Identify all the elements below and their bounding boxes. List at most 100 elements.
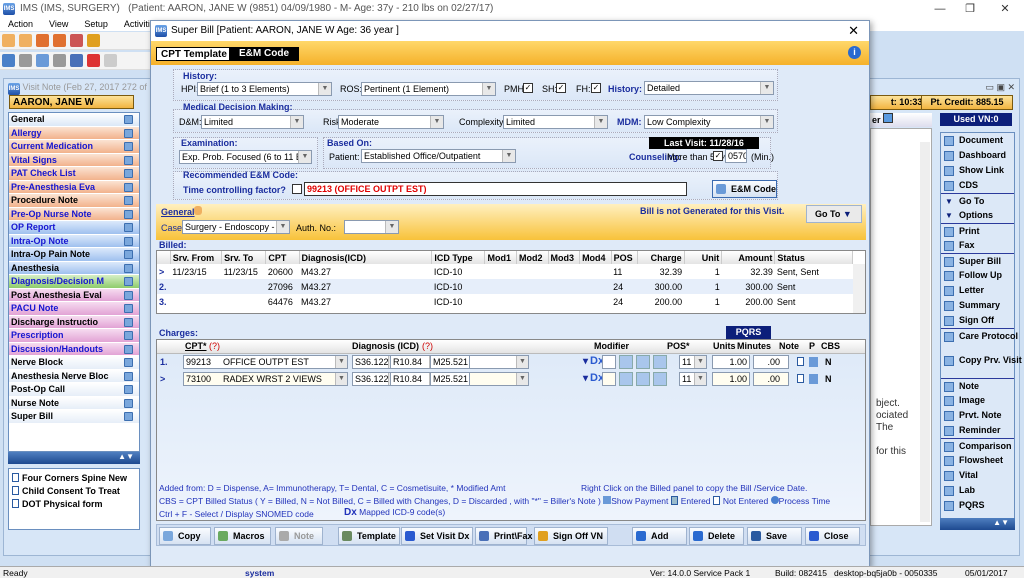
minutes-stepper[interactable]: .00	[753, 355, 789, 369]
billed-column-header[interactable]: Srv. To	[221, 251, 267, 264]
close-button[interactable]: Close	[805, 527, 860, 545]
modifier-input[interactable]	[636, 372, 650, 386]
hpi-select[interactable]: Brief (1 to 3 Elements) ▼	[197, 82, 332, 96]
form-item[interactable]: Child Consent To Treat	[12, 485, 136, 498]
sidebar-item[interactable]: Pre-Op Nurse Note	[9, 207, 139, 221]
cpt-select[interactable]: 73100 RADEX WRST 2 VIEWS ▼	[183, 372, 348, 386]
heart-icon[interactable]	[87, 54, 100, 67]
sh-checkbox[interactable]: ✓	[556, 83, 566, 93]
section-edit-icon[interactable]	[124, 412, 133, 421]
modifier-input[interactable]	[653, 355, 667, 369]
complexity-select[interactable]: Limited ▼	[503, 115, 608, 129]
diagnosis-select[interactable]: ▼	[469, 355, 529, 369]
action-item[interactable]: Dashboard	[941, 148, 1014, 163]
diagnosis-select[interactable]: ▼	[469, 372, 529, 386]
charge-row[interactable]: 1.99213OFFICE OUTPT EST▼S36.122S▼R10.84▼…	[157, 354, 865, 371]
action-item[interactable]: Super Bill	[941, 253, 1014, 268]
payment-icon[interactable]	[809, 374, 818, 384]
pqrs-badge[interactable]: PQRS	[726, 326, 771, 339]
billed-column-header[interactable]: Mod4	[579, 251, 612, 264]
folder-icon[interactable]	[36, 34, 49, 47]
billed-vertical-scrollbar[interactable]	[853, 264, 865, 313]
section-edit-icon[interactable]	[124, 223, 133, 232]
diagnosis-help[interactable]: (?)	[422, 341, 433, 351]
section-edit-icon[interactable]	[124, 358, 133, 367]
note-document-icon[interactable]	[797, 357, 804, 366]
section-edit-icon[interactable]	[124, 142, 133, 151]
fh-checkbox[interactable]: ✓	[591, 83, 601, 93]
child-window-controls[interactable]: ▭ ▣ ✕	[940, 82, 1015, 94]
cpt-help[interactable]: (?)	[209, 341, 220, 351]
sidebar-scroll-arrows[interactable]: ▲▼	[8, 452, 140, 464]
section-edit-icon[interactable]	[124, 304, 133, 313]
sidebar-item[interactable]: PAT Check List	[9, 167, 139, 181]
section-edit-icon[interactable]	[124, 290, 133, 300]
section-edit-icon[interactable]	[124, 263, 133, 273]
menu-view[interactable]: View	[49, 19, 68, 29]
sidebar-item[interactable]: Pre-Anesthesia Eva	[9, 180, 139, 194]
info-icon[interactable]: i	[848, 46, 861, 59]
panel-checkbox[interactable]	[883, 113, 894, 123]
action-item[interactable]: CDS	[941, 178, 1014, 193]
action-item[interactable]: Comparison	[941, 438, 1014, 453]
minutes-stepper[interactable]: .00	[753, 372, 789, 386]
billed-column-header[interactable]: Status	[774, 251, 853, 264]
modifier-input[interactable]	[602, 372, 616, 386]
section-edit-icon[interactable]	[124, 398, 133, 408]
action-item[interactable]: Image	[941, 393, 1014, 408]
time-controlling-checkbox[interactable]	[292, 184, 302, 194]
action-item[interactable]: PQRS	[941, 498, 1014, 513]
note-scrollbar[interactable]	[920, 142, 930, 522]
action-item[interactable]: Flowsheet	[941, 453, 1014, 468]
copy-button[interactable]: Copy	[159, 527, 211, 545]
patient-type-select[interactable]: Established Office/Outpatient ▼	[361, 149, 516, 163]
back-icon[interactable]	[104, 54, 117, 67]
action-item[interactable]: Reminder	[941, 423, 1014, 438]
add-icon[interactable]	[19, 54, 32, 67]
modifier-input[interactable]	[636, 355, 650, 369]
action-item[interactable]: Follow Up	[941, 268, 1014, 283]
action-item[interactable]: Print	[941, 223, 1014, 238]
set-visit-dx-button[interactable]: Set Visit Dx	[401, 527, 473, 545]
minimize-button[interactable]: —	[925, 0, 955, 18]
charge-row[interactable]: >73100RADEX WRST 2 VIEWS▼S36.122S▼R10.84…	[157, 371, 865, 388]
billed-column-header[interactable]: POS	[611, 251, 639, 264]
counseling-minutes-input[interactable]: 0570	[725, 149, 747, 163]
sidebar-item[interactable]: Allergy	[9, 126, 139, 140]
sidebar-item[interactable]: OP Report	[9, 221, 139, 235]
action-item[interactable]: ▼ Go To	[941, 193, 1014, 208]
sidebar-item[interactable]: Intra-Op Pain Note	[9, 248, 139, 262]
sidebar-item[interactable]: Nurse Note	[9, 396, 139, 410]
section-edit-icon[interactable]	[124, 250, 133, 259]
section-edit-icon[interactable]	[124, 371, 133, 381]
action-item[interactable]: Lab	[941, 483, 1014, 498]
billed-column-header[interactable]: ICD Type	[431, 251, 486, 264]
template-button[interactable]: Template	[338, 527, 400, 545]
section-edit-icon[interactable]	[124, 344, 133, 354]
sidebar-item[interactable]: Diagnosis/Decision M	[9, 275, 139, 289]
section-edit-icon[interactable]	[124, 182, 133, 192]
action-item[interactable]: ▼ Options	[941, 208, 1014, 223]
sidebar-item[interactable]: Discussion/Handouts	[9, 342, 139, 356]
mdm-select[interactable]: Low Complexity ▼	[644, 115, 774, 129]
remove-icon[interactable]	[53, 54, 66, 67]
case-select[interactable]: Surgery - Endoscopy - 0001 ▼	[182, 220, 290, 234]
sidebar-item[interactable]: Intra-Op Note	[9, 234, 139, 248]
action-item[interactable]: Show Link	[941, 163, 1014, 178]
billed-column-header[interactable]	[157, 251, 171, 264]
add-button[interactable]: Add	[632, 527, 687, 545]
visit-note-icon[interactable]	[36, 54, 49, 67]
billed-column-header[interactable]: Charge	[637, 251, 685, 264]
action-item[interactable]: Summary	[941, 298, 1014, 313]
lab-flask-icon[interactable]	[87, 34, 100, 47]
section-edit-icon[interactable]	[124, 317, 133, 327]
action-item[interactable]: Copy Prv. Visit	[941, 353, 1022, 378]
save-button[interactable]: Save	[747, 527, 802, 545]
sidebar-item[interactable]: Post Anesthesia Eval	[9, 288, 139, 302]
sidebar-item[interactable]: Anesthesia Nerve Bloc	[9, 369, 139, 383]
section-edit-icon[interactable]	[124, 155, 133, 165]
patient-icon[interactable]	[2, 34, 15, 47]
modifier-input[interactable]	[619, 355, 633, 369]
menu-setup[interactable]: Setup	[84, 19, 108, 29]
form-item[interactable]: Four Corners Spine New	[12, 472, 136, 485]
